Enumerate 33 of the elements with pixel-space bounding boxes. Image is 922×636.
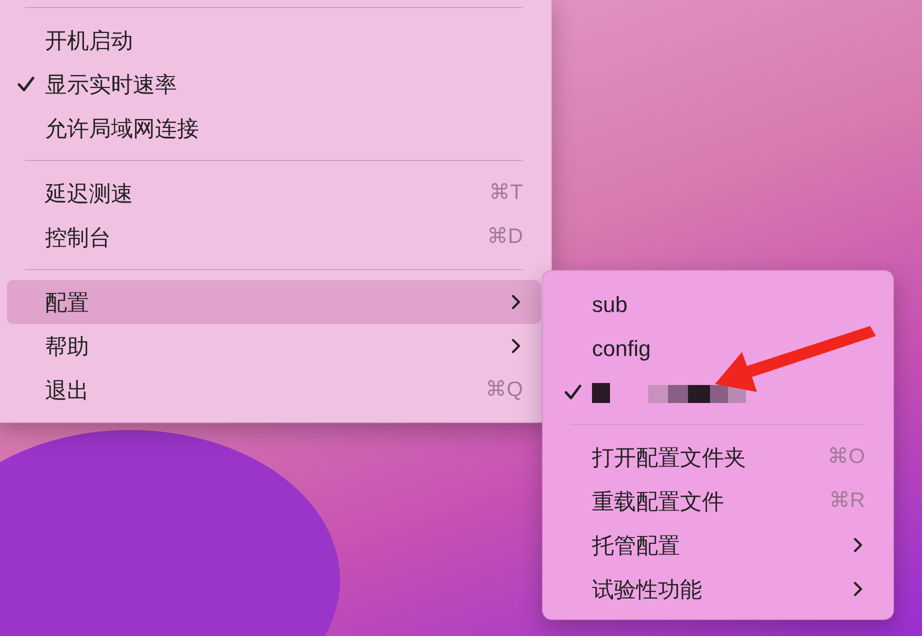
menu-item-label: 配置: [45, 288, 89, 316]
menu-item[interactable]: 重载配置文件 ⌘R: [553, 479, 883, 523]
menu-item-label: 试验性功能: [592, 576, 702, 604]
menu-item-label: 控制台: [45, 224, 111, 252]
menu-item[interactable]: 托管配置: [553, 523, 883, 567]
menu-item[interactable]: 退出 ⌘Q: [7, 368, 541, 412]
menu-item[interactable]: 延迟测速 ⌘T: [7, 171, 541, 215]
menu-item[interactable]: 配置: [7, 280, 541, 324]
menu-item[interactable]: 控制台 ⌘D: [7, 215, 541, 259]
menu-item-label: config: [592, 334, 651, 363]
menu-item-label: sub: [592, 290, 628, 318]
menu-item[interactable]: config: [553, 326, 883, 370]
keyboard-shortcut: ⌘O: [828, 444, 865, 470]
keyboard-shortcut: ⌘T: [489, 180, 523, 206]
keyboard-shortcut: ⌘R: [828, 488, 865, 514]
keyboard-shortcut: ⌘D: [486, 224, 523, 250]
menu-item-label: 延迟测速: [45, 180, 133, 208]
menu-item[interactable]: 开机启动: [7, 18, 541, 62]
menu-item-label: 允许局域网连接: [45, 114, 199, 142]
menu-item-label: 退出: [45, 376, 89, 404]
menu-item[interactable]: 打开配置文件夹 ⌘O: [553, 435, 883, 479]
menu-item-label: 打开配置文件夹: [592, 444, 746, 472]
menu-item-label: 重载配置文件: [592, 488, 724, 516]
menu-item[interactable]: 显示实时速率: [7, 62, 541, 106]
keyboard-shortcut: ⌘Q: [486, 377, 523, 404]
menu-item[interactable]: 试验性功能: [553, 567, 883, 611]
menu-item[interactable]: 帮助: [7, 324, 541, 368]
menu-item-label: 帮助: [45, 332, 89, 360]
menu-item-label: 显示实时速率: [45, 70, 177, 98]
menu-item[interactable]: sub: [553, 282, 883, 326]
menu-item[interactable]: 允许局域网连接: [7, 106, 541, 150]
menu-item-label: 开机启动: [45, 26, 133, 54]
menu-item-label: 托管配置: [592, 532, 680, 560]
